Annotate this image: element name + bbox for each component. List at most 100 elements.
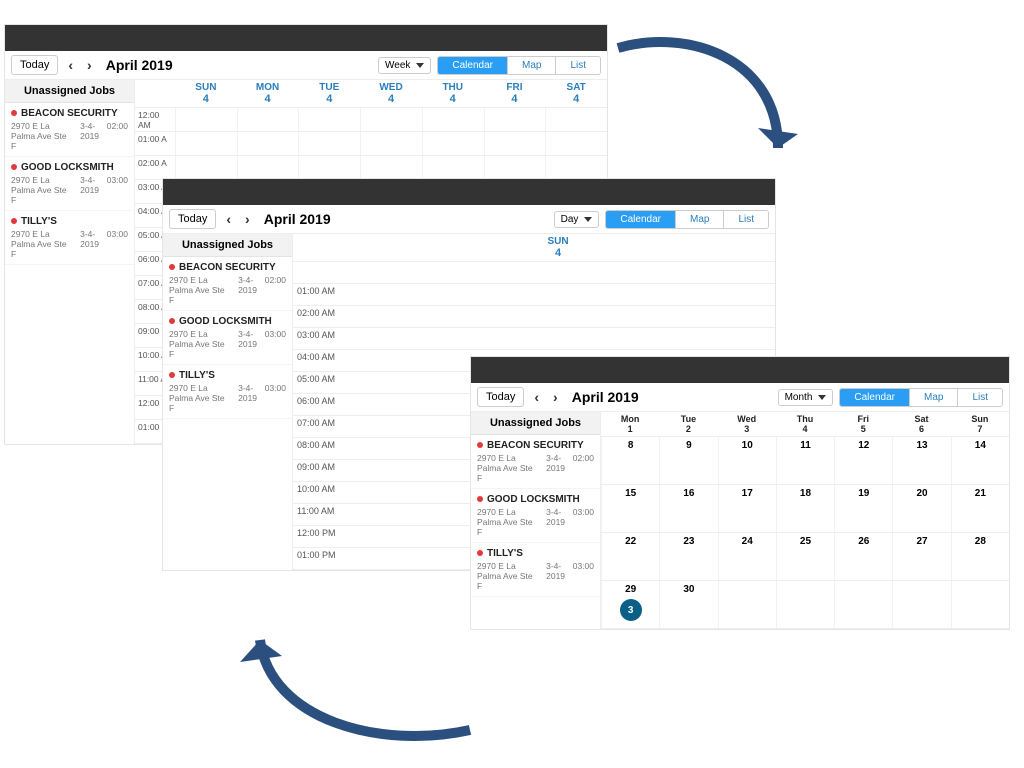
job-name: TILLY'S [169,370,286,381]
month-cell[interactable]: 17 [718,485,776,532]
today-button[interactable]: Today [11,55,58,75]
range-select[interactable]: Week [378,57,431,74]
unassigned-job[interactable]: TILLY'S 2970 E La Palma Ave Ste F3-4-2019… [163,365,292,419]
calendar-cell[interactable] [422,108,484,131]
today-button[interactable]: Today [477,387,524,407]
unassigned-job[interactable]: GOOD LOCKSMITH2970 E La Palma Ave Ste F3… [5,157,134,211]
tab-map[interactable]: Map [675,211,723,228]
month-cell[interactable]: 18 [776,485,834,532]
prev-button[interactable]: ‹ [64,58,77,72]
unassigned-job[interactable]: BEACON SECURITY2970 E La Palma Ave Ste F… [163,257,292,311]
calendar-cell[interactable] [545,156,607,179]
month-cell[interactable]: 21 [951,485,1009,532]
month-cell[interactable]: 20 [892,485,950,532]
month-cell[interactable]: 13 [892,437,950,484]
calendar-cell[interactable] [341,284,775,305]
toolbar: Today ‹ › April 2019 Day Calendar Map Li… [163,205,775,234]
month-cell[interactable]: 23 [659,533,717,580]
month-cell[interactable] [892,581,950,628]
job-name: GOOD LOCKSMITH [169,316,286,327]
calendar-cell[interactable] [484,108,546,131]
event-count-badge[interactable]: 3 [620,599,642,621]
range-value: Week [385,60,410,71]
prev-button[interactable]: ‹ [530,390,543,404]
month-cell[interactable] [776,581,834,628]
month-cell[interactable]: 293 [601,581,659,628]
calendar-cell[interactable] [545,132,607,155]
calendar-cell[interactable] [298,108,360,131]
month-cell[interactable] [951,581,1009,628]
month-cell[interactable]: 26 [834,533,892,580]
month-cell[interactable]: 9 [659,437,717,484]
time-label [293,262,341,283]
month-cell[interactable]: 12 [834,437,892,484]
next-button[interactable]: › [83,58,96,72]
month-cell[interactable]: 14 [951,437,1009,484]
calendar-cell[interactable] [237,156,299,179]
tab-map[interactable]: Map [507,57,555,74]
calendar-cell[interactable] [360,132,422,155]
unassigned-job[interactable]: TILLY'S2970 E La Palma Ave Ste F3-4-2019… [471,543,600,597]
month-cell[interactable]: 10 [718,437,776,484]
month-cell[interactable] [718,581,776,628]
calendar-cell[interactable] [360,108,422,131]
next-button[interactable]: › [241,212,254,226]
tab-calendar[interactable]: Calendar [840,389,909,406]
month-cell[interactable]: 11 [776,437,834,484]
month-cell[interactable]: 28 [951,533,1009,580]
calendar-cell[interactable] [484,132,546,155]
calendar-cell[interactable] [298,132,360,155]
tab-map[interactable]: Map [909,389,957,406]
calendar-cell[interactable] [422,156,484,179]
prev-button[interactable]: ‹ [222,212,235,226]
time-row: 01:00 A [135,132,607,156]
month-cell[interactable]: 16 [659,485,717,532]
tab-calendar[interactable]: Calendar [438,57,507,74]
calendar-cell[interactable] [360,156,422,179]
job-name: TILLY'S [477,548,594,559]
unassigned-job[interactable]: BEACON SECURITY2970 E La Palma Ave Ste F… [5,103,134,157]
month-cell[interactable] [834,581,892,628]
job-meta: 2970 E La Palma Ave Ste F3-4-201903:00 [169,383,286,413]
month-cell[interactable]: 27 [892,533,950,580]
month-cell[interactable]: 15 [601,485,659,532]
period-title: April 2019 [106,57,173,73]
month-cell[interactable]: 19 [834,485,892,532]
job-name: GOOD LOCKSMITH [477,494,594,505]
calendar-cell[interactable] [422,132,484,155]
calendar-cell[interactable] [237,132,299,155]
calendar-cell[interactable] [341,306,775,327]
tab-calendar[interactable]: Calendar [606,211,675,228]
month-row: 891011121314 [601,437,1009,485]
unassigned-job[interactable]: GOOD LOCKSMITH 2970 E La Palma Ave Ste F3… [471,489,600,543]
unassigned-job[interactable]: BEACON SECURITY2970 E La Palma Ave Ste F… [471,435,600,489]
calendar-cell[interactable] [298,156,360,179]
job-meta: 2970 E La Palma Ave Ste F3-4-201903:00 [477,507,594,537]
tab-list[interactable]: List [723,211,768,228]
month-dow-col: Thu4 [776,412,834,436]
next-button[interactable]: › [549,390,562,404]
calendar-cell[interactable] [175,132,237,155]
time-label: 03:00 AM [293,328,341,349]
month-cell[interactable]: 25 [776,533,834,580]
calendar-cell[interactable] [237,108,299,131]
unassigned-job[interactable]: GOOD LOCKSMITH 2970 E La Palma Ave Ste F3… [163,311,292,365]
calendar-cell[interactable] [341,328,775,349]
month-cell[interactable]: 8 [601,437,659,484]
unassigned-sidebar: Unassigned Jobs BEACON SECURITY2970 E La… [163,234,293,570]
month-cell[interactable]: 30 [659,581,717,628]
tab-list[interactable]: List [555,57,600,74]
range-select[interactable]: Day [554,211,600,228]
tab-list[interactable]: List [957,389,1002,406]
calendar-cell[interactable] [175,156,237,179]
calendar-cell[interactable] [545,108,607,131]
month-cell[interactable]: 24 [718,533,776,580]
calendar-cell[interactable] [341,262,775,283]
today-button[interactable]: Today [169,209,216,229]
month-cell[interactable]: 22 [601,533,659,580]
calendar-cell[interactable] [484,156,546,179]
range-select[interactable]: Month [778,389,834,406]
job-meta: 2970 E La Palma Ave Ste F3-4-201903:00 [169,329,286,359]
unassigned-job[interactable]: TILLY'S2970 E La Palma Ave Ste F3-4-2019… [5,211,134,265]
calendar-cell[interactable] [175,108,237,131]
